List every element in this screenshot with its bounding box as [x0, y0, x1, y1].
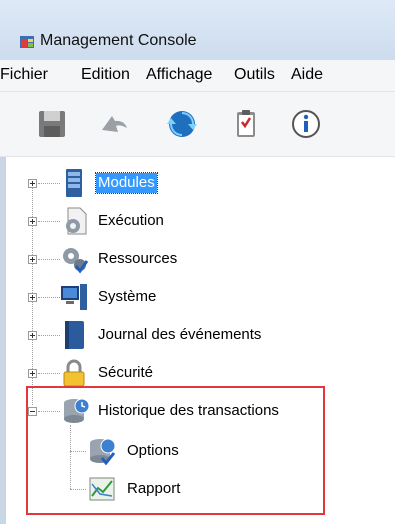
- tree-item-systeme[interactable]: Système: [98, 288, 156, 306]
- tree-connector: [38, 221, 60, 222]
- undo-icon[interactable]: [98, 108, 130, 140]
- window-title: Management Console: [40, 32, 197, 49]
- tree-item-securite[interactable]: Sécurité: [98, 364, 153, 382]
- menu-aide[interactable]: Aide: [291, 66, 323, 84]
- menu-edition[interactable]: Edition: [81, 66, 130, 84]
- tree-left-border: [0, 157, 6, 524]
- menu-affichage[interactable]: Affichage: [146, 66, 212, 84]
- clipboard-icon[interactable]: [230, 108, 262, 140]
- tree-item-ressources[interactable]: Ressources: [98, 250, 177, 268]
- expand-toggle-icon[interactable]: [28, 293, 37, 302]
- refresh-icon[interactable]: [166, 108, 198, 140]
- menu-outils[interactable]: Outils: [234, 66, 275, 84]
- tree-connector: [38, 335, 60, 336]
- expand-toggle-icon[interactable]: [28, 217, 37, 226]
- app-icon: [20, 36, 34, 48]
- tree-connector: [38, 297, 60, 298]
- save-icon[interactable]: [36, 108, 68, 140]
- expand-toggle-icon[interactable]: [28, 331, 37, 340]
- highlight-annotation: [26, 386, 325, 515]
- expand-toggle-icon[interactable]: [28, 369, 37, 378]
- tree-item-execution[interactable]: Exécution: [98, 212, 164, 230]
- book-icon: [65, 321, 84, 349]
- tree-connector: [38, 373, 60, 374]
- tree-item-journal[interactable]: Journal des événements: [98, 326, 261, 344]
- gears-check-icon: [63, 248, 88, 274]
- padlock-icon: [63, 359, 85, 387]
- tree-item-modules[interactable]: Modules: [95, 172, 158, 194]
- info-icon[interactable]: [290, 108, 322, 140]
- expand-toggle-icon[interactable]: [28, 179, 37, 188]
- menu-fichier[interactable]: Fichier: [0, 66, 48, 84]
- server-icon: [66, 169, 82, 197]
- tree-connector: [38, 259, 60, 260]
- computer-icon: [61, 284, 87, 310]
- title-bar: Management Console: [0, 0, 395, 60]
- expand-toggle-icon[interactable]: [28, 255, 37, 264]
- gear-document-icon: [66, 207, 87, 235]
- tree-connector: [38, 183, 60, 184]
